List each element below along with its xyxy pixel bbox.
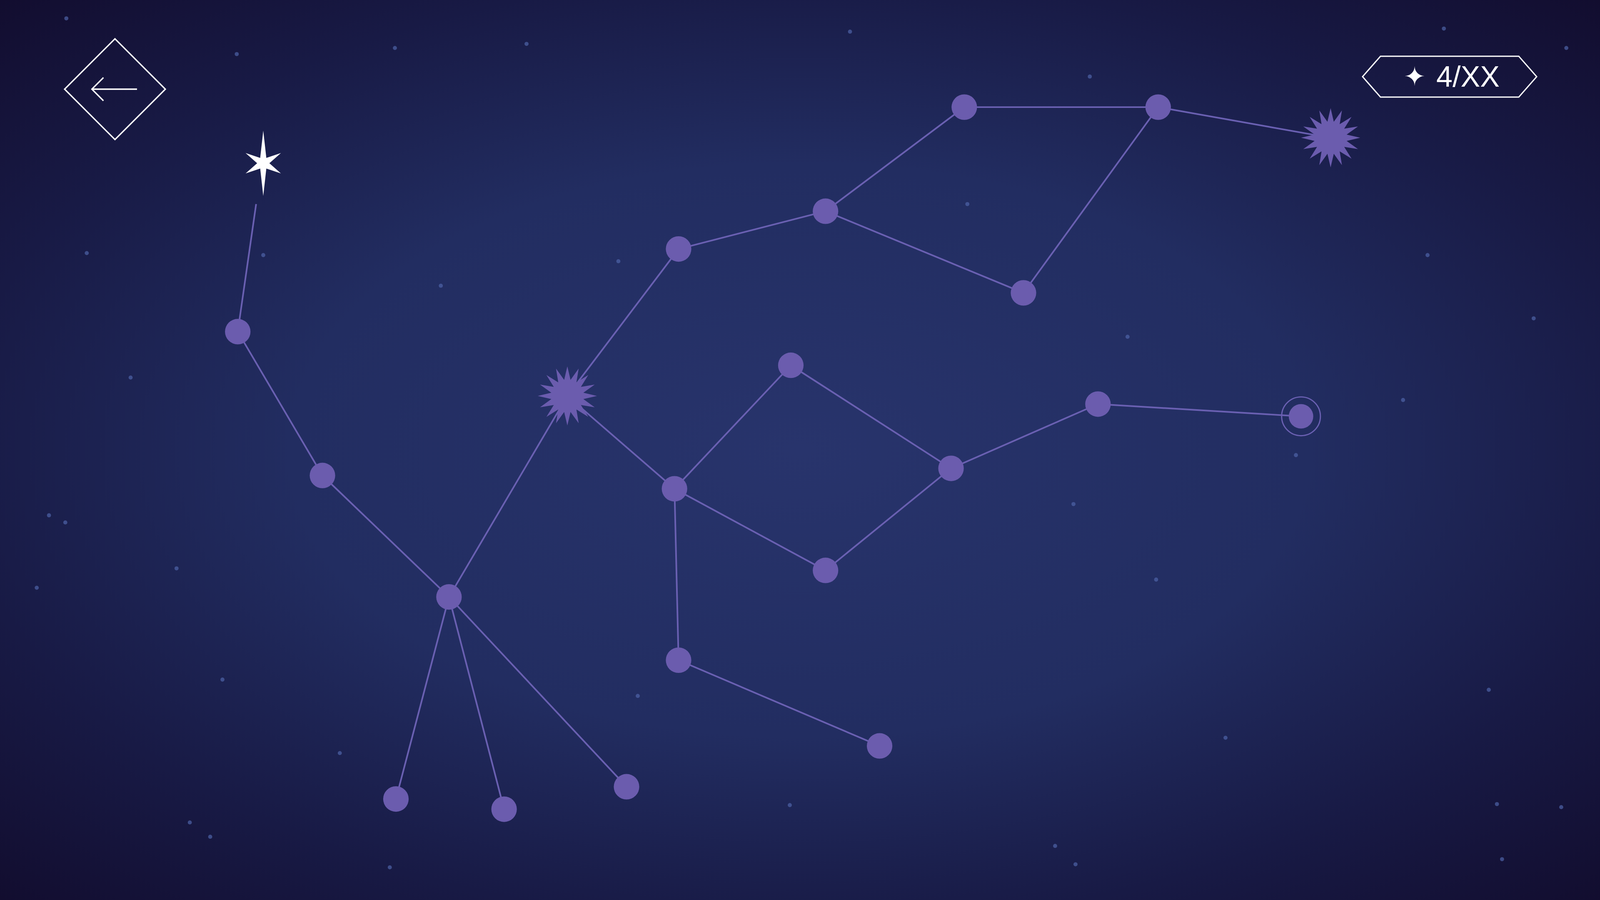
constellation-link xyxy=(1023,107,1159,293)
background-star xyxy=(1125,334,1130,339)
background-star xyxy=(392,45,397,50)
visited-star-icon[interactable] xyxy=(245,130,282,196)
current-star-node[interactable] xyxy=(1281,396,1321,436)
background-star xyxy=(128,375,133,380)
background-star xyxy=(1087,74,1092,79)
background-star xyxy=(1400,397,1406,402)
back-arrow-icon xyxy=(62,36,168,142)
constellation-map xyxy=(0,0,1600,900)
background-star xyxy=(34,585,39,590)
star-node[interactable] xyxy=(1010,279,1036,306)
constellation-link xyxy=(237,204,257,332)
constellation-link xyxy=(395,596,449,799)
constellation-link xyxy=(674,488,679,660)
star-node[interactable] xyxy=(951,94,977,120)
background-star xyxy=(261,252,266,258)
background-star xyxy=(616,259,621,264)
background-star xyxy=(965,202,970,207)
constellation-screen: ✦ 4/XX xyxy=(0,0,1600,900)
background-star xyxy=(1154,577,1159,582)
star-node[interactable] xyxy=(812,557,839,583)
constellation-link xyxy=(674,488,826,571)
star-node[interactable] xyxy=(436,584,462,610)
background-star xyxy=(1073,861,1078,867)
constellation-link xyxy=(678,659,880,746)
constellation-link xyxy=(567,249,679,397)
background-star xyxy=(63,520,68,525)
background-star xyxy=(1486,687,1491,692)
background-star xyxy=(524,41,529,46)
background-star xyxy=(1223,735,1228,740)
constellation-link xyxy=(1158,107,1331,138)
background-star xyxy=(387,865,392,870)
background-star xyxy=(1500,856,1505,862)
star-node[interactable] xyxy=(224,318,251,345)
star-node[interactable] xyxy=(812,198,839,224)
background-star xyxy=(337,750,342,755)
progress-badge: ✦ 4/XX xyxy=(1361,54,1538,99)
background-star xyxy=(84,250,89,255)
background-star xyxy=(1425,252,1430,258)
background-star xyxy=(1441,26,1446,31)
background-star xyxy=(174,566,179,571)
constellation-link xyxy=(237,331,323,476)
constellation-link xyxy=(674,365,791,489)
star-node[interactable] xyxy=(665,236,692,262)
background-star xyxy=(220,677,225,682)
constellation-link xyxy=(322,475,450,597)
background-star xyxy=(1564,45,1569,50)
star-node[interactable] xyxy=(661,475,688,502)
constellation-link xyxy=(449,596,505,809)
major-star-node[interactable] xyxy=(1300,108,1361,168)
star-node[interactable] xyxy=(491,796,517,822)
star-node[interactable] xyxy=(383,786,409,812)
background-star xyxy=(187,820,193,825)
star-node[interactable] xyxy=(613,773,640,800)
star-node[interactable] xyxy=(938,455,964,481)
background-star xyxy=(208,834,213,839)
star-node[interactable] xyxy=(309,462,335,489)
background-star xyxy=(1053,843,1058,848)
star-node[interactable] xyxy=(778,352,804,378)
constellation-link xyxy=(825,107,965,212)
background-star xyxy=(234,52,239,57)
background-star xyxy=(787,802,792,807)
background-star xyxy=(1071,501,1076,507)
background-star xyxy=(1559,804,1564,809)
constellation-link xyxy=(678,211,826,250)
major-star-node[interactable] xyxy=(537,366,597,426)
constellation-link xyxy=(951,404,1099,469)
constellation-link xyxy=(1098,404,1301,417)
background-star xyxy=(438,283,443,288)
constellation-link xyxy=(449,395,568,597)
star-node[interactable] xyxy=(665,647,692,673)
constellation-link xyxy=(825,211,1024,293)
background-star xyxy=(47,513,52,518)
constellation-link xyxy=(825,468,952,571)
background-star xyxy=(848,29,853,34)
background-star xyxy=(635,693,640,698)
constellation-link xyxy=(964,106,1159,108)
background-star xyxy=(1531,316,1536,321)
background-star xyxy=(1495,801,1500,807)
star-node[interactable] xyxy=(1145,94,1171,120)
back-button[interactable] xyxy=(62,36,168,142)
star-node[interactable] xyxy=(1085,391,1111,417)
progress-icon: ✦ xyxy=(1403,63,1426,90)
constellation-link xyxy=(449,596,627,787)
star-node[interactable] xyxy=(866,733,893,759)
background-star xyxy=(1293,452,1298,457)
progress-text: 4/XX xyxy=(1436,62,1500,92)
background-star xyxy=(64,16,69,21)
constellation-link xyxy=(790,365,952,469)
